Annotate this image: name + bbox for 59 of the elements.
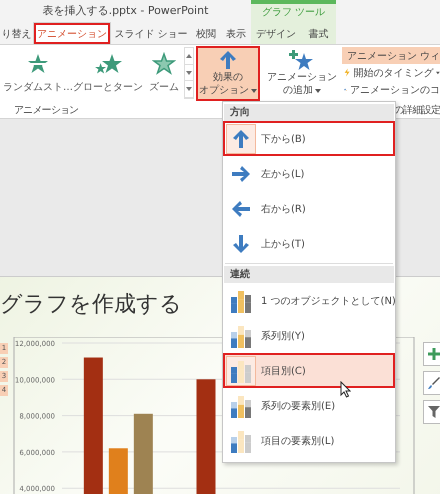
arrow-up-icon bbox=[231, 128, 251, 150]
menu-item[interactable]: 1 つのオブジェクトとして(N) bbox=[223, 283, 395, 318]
gallery-label: グローとターン bbox=[73, 81, 143, 94]
menu-item[interactable]: 系列別(Y) bbox=[223, 318, 395, 353]
gallery-label: ズーム bbox=[149, 81, 179, 94]
menu-section-header: 方向 bbox=[224, 104, 394, 121]
bar-chart-icon bbox=[230, 288, 252, 312]
window-title: 表を挿入する.pptx - PowerPoint bbox=[42, 3, 210, 19]
mouse-cursor-icon bbox=[340, 381, 351, 398]
expand-icon[interactable] bbox=[186, 87, 192, 92]
animation-gallery-item[interactable]: ズーム bbox=[144, 45, 184, 101]
menu-item[interactable]: 項目別(C) bbox=[223, 353, 395, 388]
ribbon-tab[interactable]: スライド ショー bbox=[111, 22, 191, 44]
brush-icon bbox=[428, 377, 440, 389]
chart-elements-button[interactable] bbox=[423, 342, 440, 366]
slide-title: グラフを作成する bbox=[0, 291, 182, 319]
bar-chart-icon bbox=[230, 428, 252, 452]
bar-chart-icon bbox=[230, 324, 252, 348]
tool-group-label: グラフ ツール bbox=[251, 0, 336, 22]
ribbon-tab[interactable]: 書式 bbox=[301, 22, 336, 44]
menu-section-header: 連続 bbox=[224, 266, 394, 283]
caret-icon bbox=[315, 88, 321, 92]
menu-item[interactable]: 左から(L) bbox=[223, 156, 395, 191]
ribbon-tab[interactable]: アニメーション bbox=[33, 22, 111, 44]
arrow-up-icon bbox=[218, 49, 238, 71]
caret-icon bbox=[436, 70, 440, 74]
scroll-up-icon[interactable] bbox=[186, 54, 192, 58]
ribbon-command[interactable]: アニメーションのコ bbox=[342, 81, 440, 98]
lightning-icon bbox=[344, 66, 350, 79]
menu-item[interactable]: 系列の要素別(E) bbox=[223, 388, 395, 423]
ribbon-tab[interactable]: 校閲 bbox=[191, 22, 221, 44]
gallery-label: ランダムスト… bbox=[3, 81, 73, 94]
ribbon-command[interactable]: アニメーション ウィ bbox=[342, 47, 440, 64]
ribbon-command[interactable]: 開始のタイミング bbox=[342, 64, 440, 81]
menu-item[interactable]: 上から(T) bbox=[223, 226, 395, 261]
ribbon-tab[interactable]: デザイン bbox=[251, 22, 301, 44]
filter-icon bbox=[428, 406, 440, 418]
scroll-down-icon[interactable] bbox=[186, 70, 192, 74]
chart-styles-button[interactable] bbox=[423, 371, 440, 395]
group-label: アニメーション bbox=[14, 104, 78, 116]
plus-icon bbox=[428, 348, 440, 360]
animation-gallery-item[interactable]: ランダムスト… bbox=[4, 45, 72, 101]
effect-options-button[interactable]: 効果の オプション bbox=[196, 46, 260, 101]
chart-filter-button[interactable] bbox=[423, 400, 440, 424]
menu-item[interactable]: 項目の要素別(L) bbox=[223, 423, 395, 458]
caret-icon bbox=[251, 88, 257, 92]
star-icon bbox=[26, 52, 50, 76]
menu-item[interactable]: 下から(B) bbox=[223, 121, 395, 156]
add-animation-button[interactable]: アニメーション の追加 bbox=[264, 46, 340, 101]
stars-icon bbox=[94, 52, 122, 76]
bar-chart-icon bbox=[230, 394, 252, 418]
chart-bar bbox=[108, 448, 128, 494]
star-plus-icon bbox=[289, 49, 315, 71]
star-icon bbox=[152, 52, 176, 76]
animation-gallery-item[interactable]: グローとターン bbox=[72, 45, 144, 101]
ribbon-tab[interactable]: り替え bbox=[0, 22, 33, 44]
arrow-down-icon bbox=[231, 232, 251, 254]
ribbon-tab[interactable]: 表示 bbox=[221, 22, 251, 44]
menu-item[interactable]: 右から(R) bbox=[223, 191, 395, 226]
